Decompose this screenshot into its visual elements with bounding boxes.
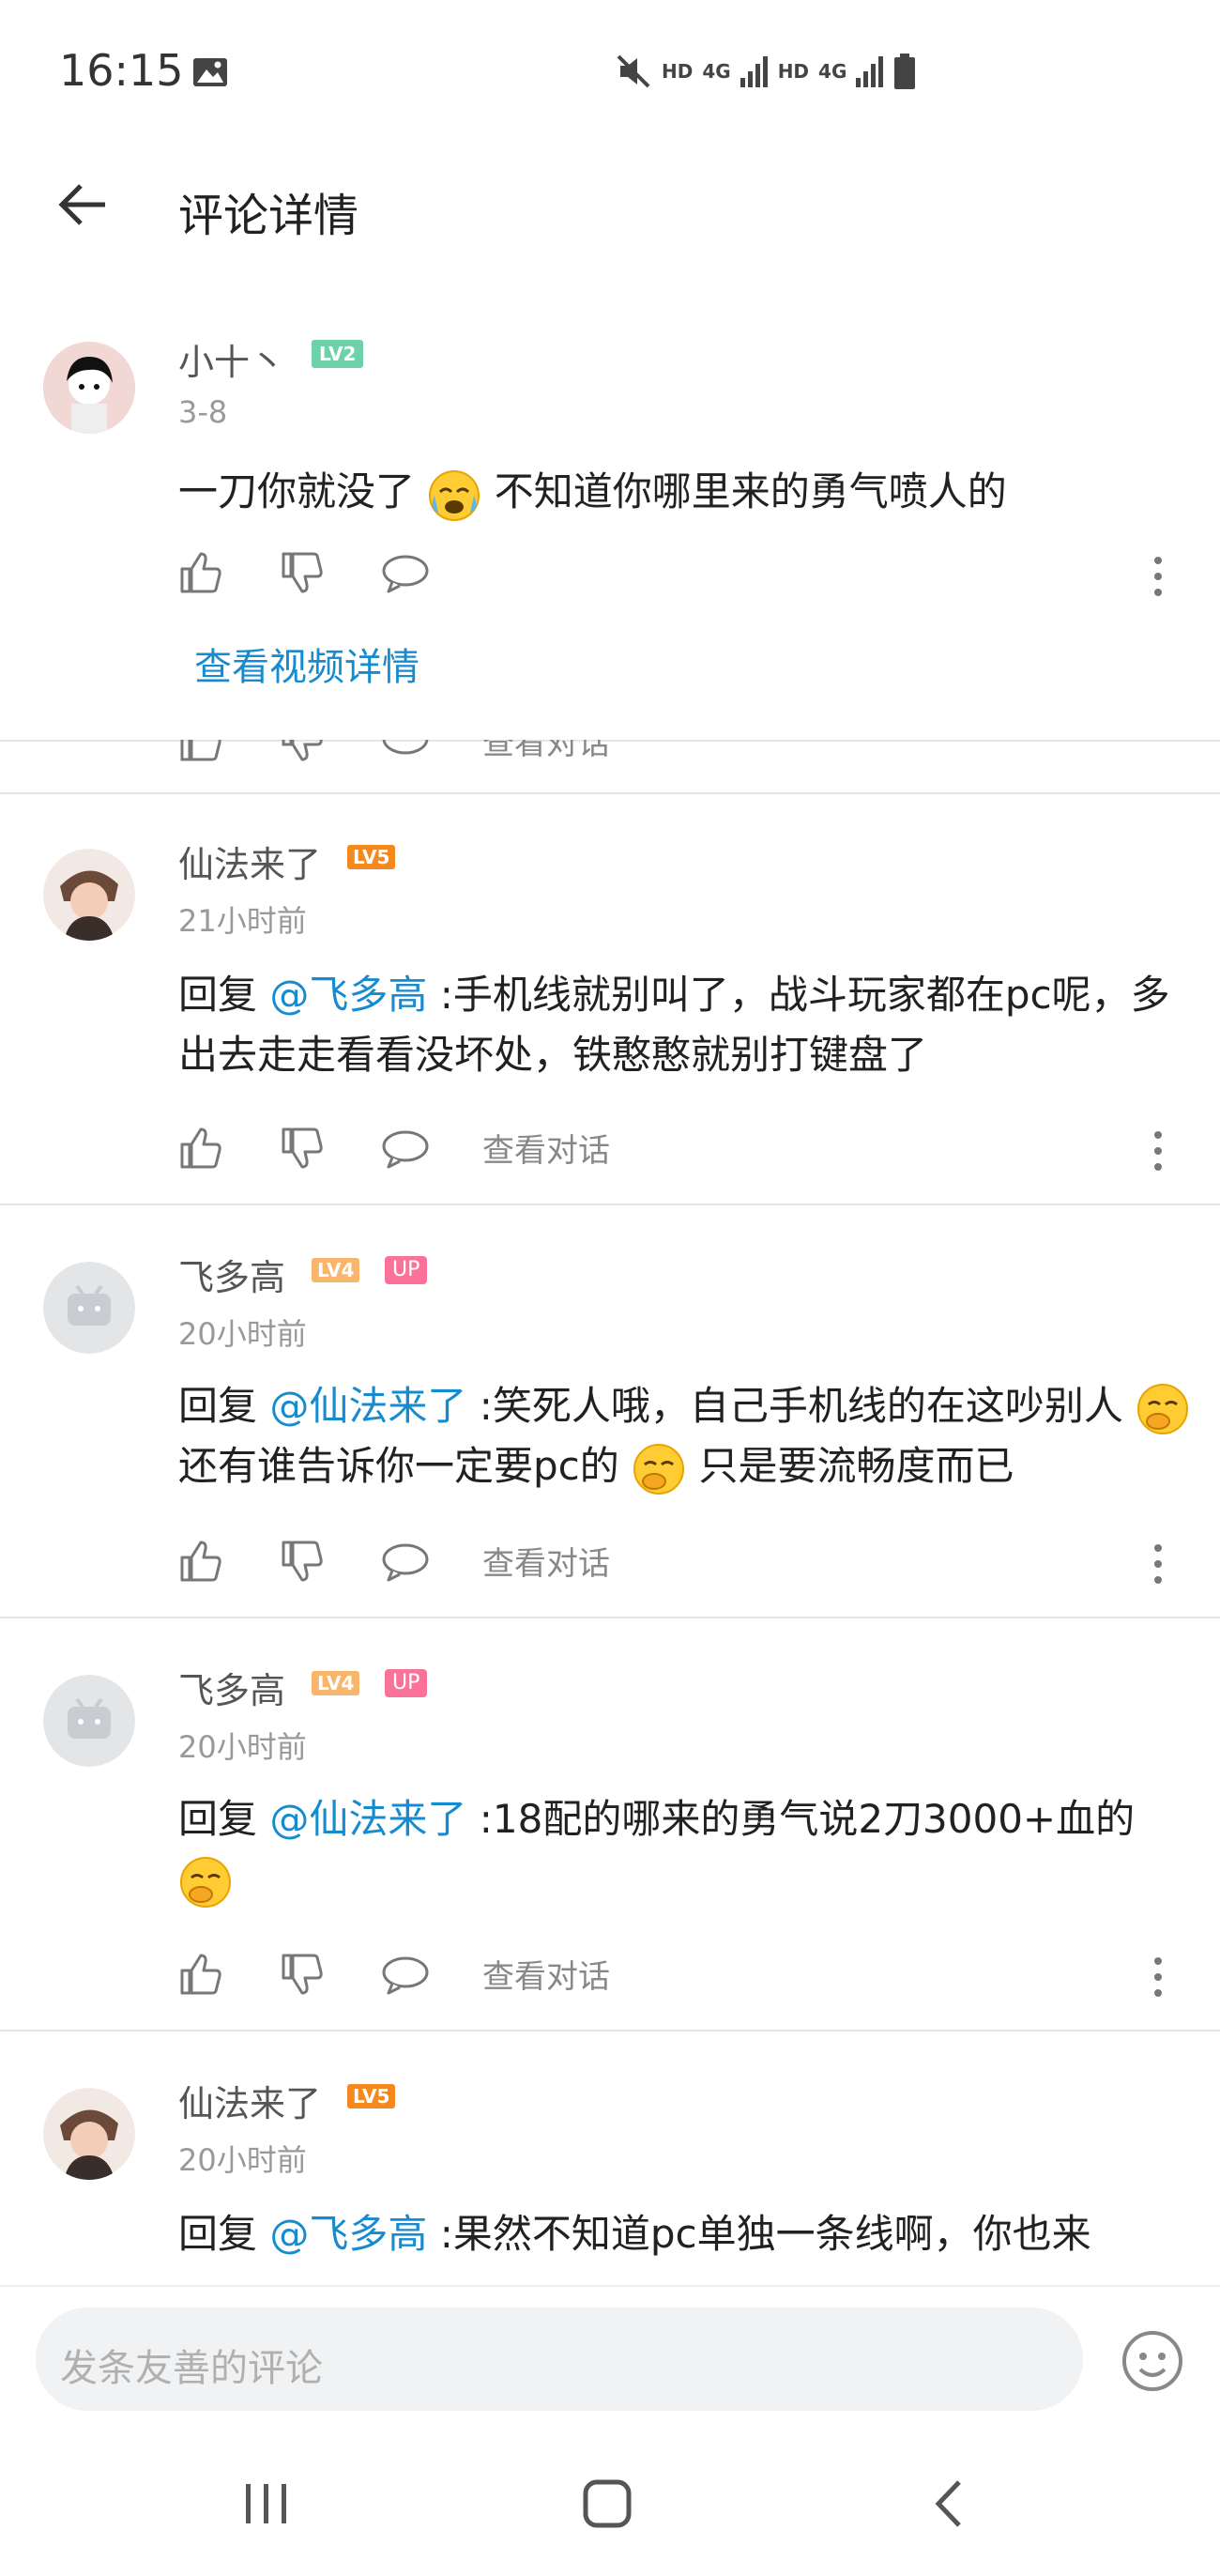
divider bbox=[0, 2030, 1220, 2032]
comment-time: 3-8 bbox=[178, 394, 228, 430]
action-row: 查看对话 bbox=[178, 740, 610, 763]
view-conversation-link[interactable]: 查看对话 bbox=[482, 1125, 610, 1171]
gallery-icon bbox=[191, 56, 229, 88]
status-time: 16:15 bbox=[59, 45, 184, 96]
emoji-button-icon[interactable] bbox=[1120, 2328, 1185, 2394]
giggle-emoji-icon bbox=[1136, 1382, 1190, 1436]
net-4g-2: 4G bbox=[818, 60, 847, 83]
mention-link[interactable]: @仙法来了 bbox=[269, 1383, 466, 1429]
level-badge: LV5 bbox=[347, 2084, 396, 2108]
clipped-action-row: 查看对话 bbox=[0, 740, 1220, 794]
view-conversation-link[interactable]: 查看对话 bbox=[482, 1951, 610, 1997]
reply-icon[interactable] bbox=[381, 740, 430, 761]
like-icon[interactable] bbox=[178, 550, 223, 595]
more-icon[interactable] bbox=[1152, 1130, 1164, 1172]
crying-emoji-icon bbox=[427, 468, 481, 522]
comment-text: 一刀你就没了 不知道你哪里来的勇气喷人的 bbox=[178, 462, 1201, 522]
username[interactable]: 仙法来了 bbox=[178, 2075, 321, 2126]
avatar[interactable] bbox=[43, 849, 135, 941]
more-icon[interactable] bbox=[1152, 1543, 1164, 1585]
view-conversation-link[interactable]: 查看对话 bbox=[482, 1538, 610, 1584]
level-badge: LV4 bbox=[312, 1258, 360, 1282]
level-badge: LV5 bbox=[347, 845, 396, 869]
like-icon[interactable] bbox=[178, 1126, 223, 1171]
reply-prefix: 回复 bbox=[178, 2211, 270, 2257]
dislike-icon[interactable] bbox=[280, 1539, 325, 1584]
back-nav-icon[interactable] bbox=[931, 2478, 965, 2529]
like-icon[interactable] bbox=[178, 1952, 223, 1997]
reply-icon[interactable] bbox=[381, 1127, 430, 1169]
action-row bbox=[178, 550, 430, 595]
page-title: 评论详情 bbox=[178, 190, 359, 242]
view-video-link[interactable]: 查看视频详情 bbox=[194, 636, 419, 691]
system-nav-bar bbox=[0, 2428, 1220, 2576]
giggle-emoji-icon bbox=[632, 1442, 686, 1496]
reply-prefix: 回复 bbox=[178, 1796, 270, 1842]
comment-time: 20小时前 bbox=[178, 2142, 307, 2178]
dislike-icon[interactable] bbox=[280, 1952, 325, 1997]
comment-text-part: 不知道你哪里来的勇气喷人的 bbox=[494, 468, 1007, 514]
comment-time: 20小时前 bbox=[178, 1316, 307, 1352]
action-row: 查看对话 bbox=[178, 1951, 610, 1997]
net-hd-2: HD bbox=[777, 60, 810, 83]
more-icon[interactable] bbox=[1152, 556, 1164, 597]
level-badge: LV2 bbox=[312, 340, 364, 368]
comment-text: 回复 @仙法来了 :18配的哪来的勇气说2刀3000+血的 bbox=[178, 1789, 1201, 1909]
more-icon[interactable] bbox=[1152, 1956, 1164, 1998]
net-4g-1: 4G bbox=[702, 60, 731, 83]
username[interactable]: 仙法来了 bbox=[178, 836, 321, 887]
signal-icon-2 bbox=[856, 56, 884, 87]
view-conversation-link[interactable]: 查看对话 bbox=[482, 740, 610, 763]
reply-prefix: 回复 bbox=[178, 972, 270, 1018]
comment-input-placeholder: 发条友善的评论 bbox=[60, 2347, 323, 2390]
username[interactable]: 飞多高 bbox=[178, 1662, 285, 1713]
level-badge: LV4 bbox=[312, 1671, 360, 1695]
comment-text-part: :18配的哪来的勇气说2刀3000+血的 bbox=[466, 1796, 1136, 1842]
username[interactable]: 小十丶 bbox=[178, 333, 285, 385]
action-row: 查看对话 bbox=[178, 1538, 610, 1584]
comment-text-part: :笑死人哦，自己手机线的在这吵别人 bbox=[466, 1383, 1123, 1429]
reply-icon[interactable] bbox=[381, 552, 430, 593]
comment-text: 回复 @飞多高 :果然不知道pc单独一条线啊，你也来 bbox=[178, 2204, 1201, 2264]
recent-apps-icon[interactable] bbox=[242, 2482, 291, 2525]
comment-text-part: 还有谁告诉你一定要pc的 bbox=[178, 1443, 619, 1489]
username[interactable]: 飞多高 bbox=[178, 1249, 285, 1300]
comment-time: 20小时前 bbox=[178, 1729, 307, 1765]
like-icon[interactable] bbox=[178, 740, 223, 763]
dislike-icon[interactable] bbox=[280, 740, 325, 763]
back-arrow-icon[interactable] bbox=[56, 178, 109, 231]
mention-link[interactable]: @飞多高 bbox=[269, 972, 427, 1018]
avatar[interactable] bbox=[43, 1262, 135, 1354]
comment-text-part: 一刀你就没了 bbox=[178, 468, 416, 514]
home-icon[interactable] bbox=[582, 2478, 633, 2529]
divider bbox=[0, 1617, 1220, 1618]
up-badge: UP bbox=[385, 1256, 428, 1284]
status-icons: HD 4G HD 4G bbox=[615, 53, 916, 90]
avatar[interactable] bbox=[43, 1675, 135, 1767]
comment-text-part: :果然不知道pc单独一条线啊，你也来 bbox=[427, 2211, 1091, 2257]
battery-icon bbox=[894, 54, 916, 89]
up-badge: UP bbox=[385, 1669, 428, 1697]
net-hd-1: HD bbox=[662, 60, 694, 83]
mute-icon bbox=[617, 54, 650, 88]
comment-text: 回复 @飞多高 :手机线就别叫了，战斗玩家都在pc呢，多出去走走看看没坏处，铁憨… bbox=[178, 965, 1201, 1085]
avatar[interactable] bbox=[43, 2088, 135, 2180]
mention-link[interactable]: @飞多高 bbox=[269, 2211, 427, 2257]
giggle-emoji-icon bbox=[178, 1855, 233, 1909]
reply-prefix: 回复 bbox=[178, 1383, 270, 1429]
comment-time: 21小时前 bbox=[178, 903, 307, 939]
like-icon[interactable] bbox=[178, 1539, 223, 1584]
reply-icon[interactable] bbox=[381, 1954, 430, 1995]
action-row: 查看对话 bbox=[178, 1125, 610, 1171]
comment-text: 回复 @仙法来了 :笑死人哦，自己手机线的在这吵别人 还有谁告诉你一定要pc的 … bbox=[178, 1376, 1201, 1496]
reply-icon[interactable] bbox=[381, 1541, 430, 1582]
divider bbox=[0, 1204, 1220, 1205]
mention-link[interactable]: @仙法来了 bbox=[269, 1796, 466, 1842]
dislike-icon[interactable] bbox=[280, 550, 325, 595]
signal-icon-1 bbox=[740, 56, 768, 87]
comment-text-part: 只是要流畅度而已 bbox=[698, 1443, 1014, 1489]
dislike-icon[interactable] bbox=[280, 1126, 325, 1171]
avatar[interactable] bbox=[43, 342, 135, 434]
